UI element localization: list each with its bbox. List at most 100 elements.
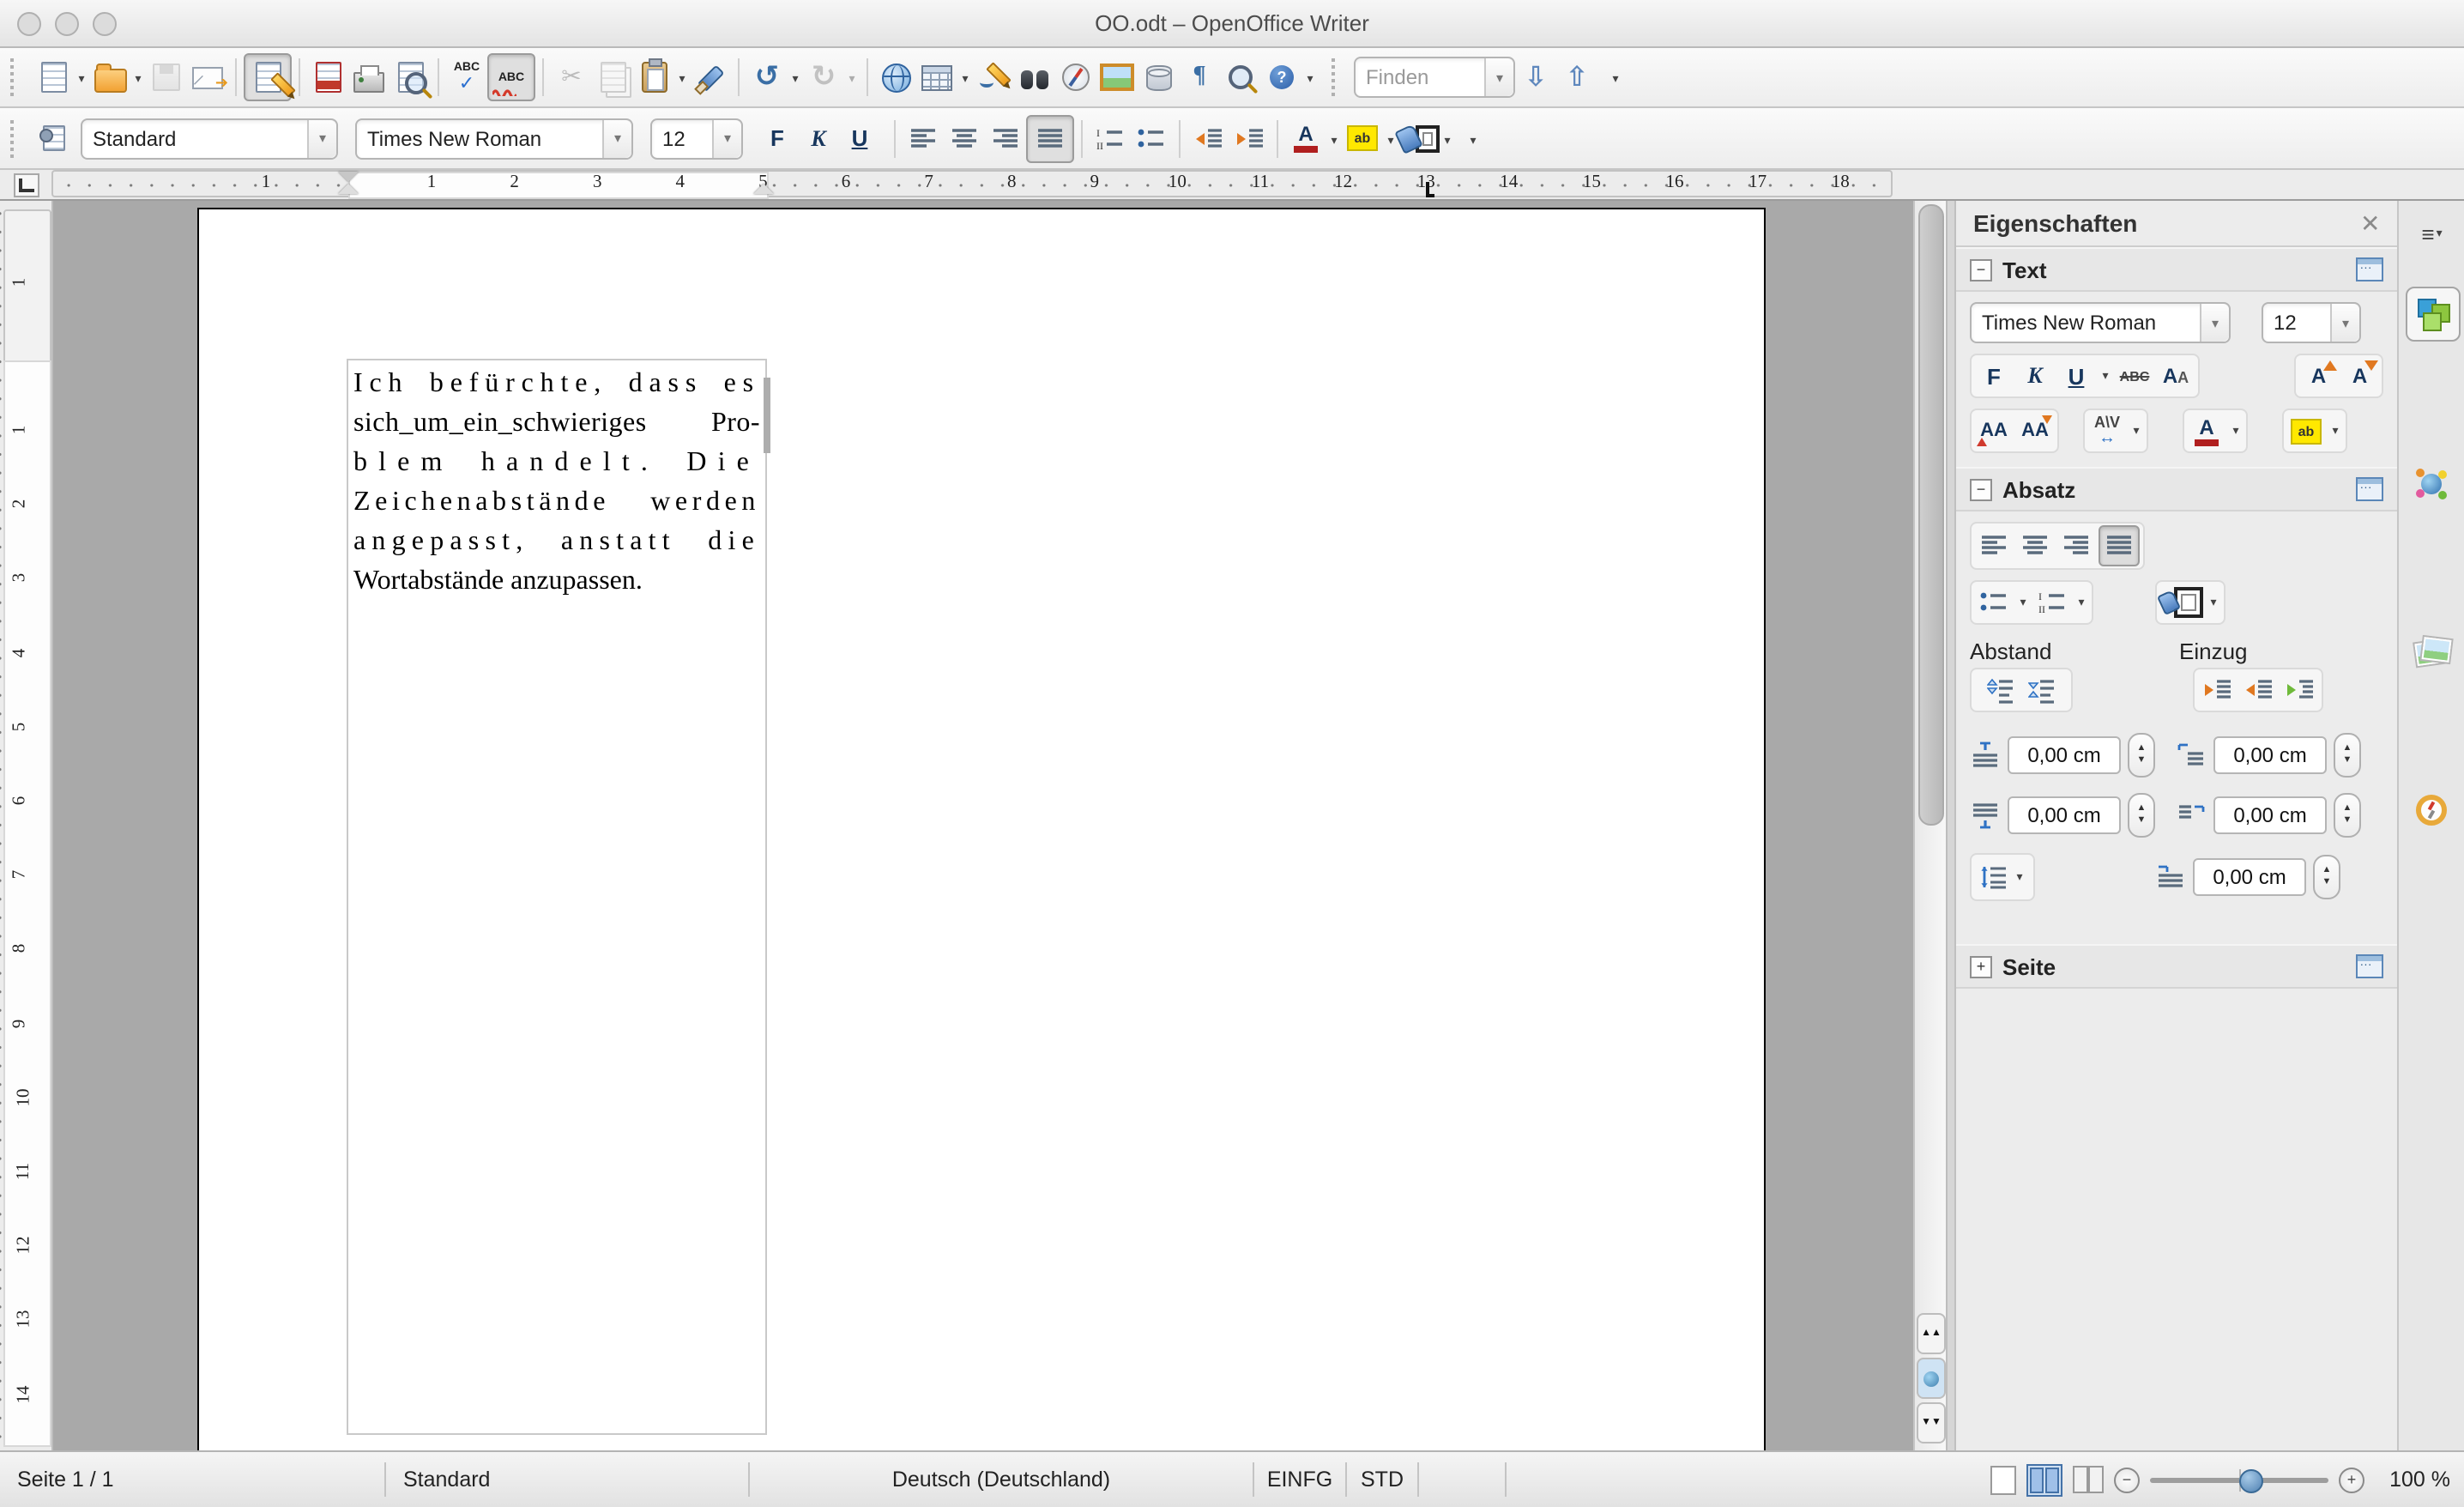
numbered-list-button[interactable]: I II [1090,118,1131,159]
show-draw-functions-button[interactable] [973,57,1014,98]
data-sources-button[interactable] [1138,57,1179,98]
indent-after-field[interactable]: 0,00 cm [2213,796,2327,834]
zoom-slider[interactable] [2150,1468,2328,1492]
absatz-section-header[interactable]: − Absatz [1956,467,2398,511]
vertical-ruler[interactable]: 1 1 2 3 4 5 6 7 8 9 10 11 12 13 14 [0,201,53,1450]
copy-button[interactable] [592,57,633,98]
status-page[interactable]: Seite 1 / 1 [0,1462,386,1497]
text-section-header[interactable]: − Text [1956,247,2398,292]
spacing-above-field[interactable]: 0,00 cm [2008,736,2121,774]
help-button[interactable]: ? [1261,57,1302,98]
spellcheck-button[interactable]: ABC ✓ [446,57,487,98]
redo-button[interactable]: ↻ [803,57,844,98]
sidebar-font-color-button[interactable]: A [2188,412,2225,450]
font-name-dropdown[interactable]: ▾ [602,119,631,157]
horizontal-ruler[interactable]: 1 123456789101112131415161718 [51,170,1893,199]
character-spacing-button[interactable]: A\V ↔ [2088,412,2126,450]
navigation-button[interactable] [1917,1358,1946,1399]
italic-button[interactable]: K [798,118,839,159]
subscript-button[interactable]: AA [2016,412,2054,450]
sidebar-close-icon[interactable]: ✕ [2360,209,2380,238]
indent-before-field[interactable]: 0,00 cm [2213,736,2327,774]
line-spacing-button[interactable] [1978,858,2009,896]
bullet-list-dropdown[interactable]: ▾ [2016,596,2030,609]
tab-navigator[interactable] [2407,784,2458,836]
strikethrough-button[interactable]: ABC [2116,357,2153,395]
hanging-indent-marker[interactable] [338,184,359,194]
sidebar-bold-button[interactable]: F [1975,357,2013,395]
zoom-out-button[interactable]: − [2114,1467,2140,1492]
sidebar-highlighting-dropdown[interactable]: ▾ [2328,424,2342,438]
tab-properties[interactable] [2406,287,2461,342]
sidebar-numbered-list-button[interactable]: I II [2033,584,2071,621]
bold-button[interactable]: F [757,118,798,159]
frame-handle[interactable] [764,378,770,453]
navigator-button[interactable] [1055,57,1096,98]
spacing-above-spinner[interactable]: ▲ ▼ [2128,733,2155,778]
sidebar-align-center-button[interactable] [2016,527,2054,565]
indent-firstline-spinner[interactable]: ▲ ▼ [2313,855,2340,899]
find-next-button[interactable]: ⇩ [1515,57,1556,98]
next-page-button[interactable]: ▼▼ [1917,1402,1946,1443]
undo-dropdown[interactable]: ▾ [788,57,803,98]
absatz-dialog-launcher-icon[interactable] [2356,477,2384,501]
cut-button[interactable]: ✂ [551,57,592,98]
sidebar-font-name-combobox[interactable]: Times New Roman ▾ [1970,302,2231,343]
numbered-list-dropdown[interactable]: ▾ [2074,596,2088,609]
gallery-button[interactable] [1096,57,1138,98]
undo-button[interactable]: ↺ [746,57,788,98]
sidebar-font-name-dropdown[interactable]: ▾ [2200,304,2229,342]
text-dialog-launcher-icon[interactable] [2356,257,2384,281]
decrease-paragraph-spacing-button[interactable] [2023,671,2061,709]
find-dropdown[interactable]: ▾ [1484,58,1513,96]
indent-after-spinner[interactable]: ▲ ▼ [2334,793,2361,838]
sidebar-italic-button[interactable]: K [2016,357,2054,395]
switch-indent-button[interactable] [2280,671,2318,709]
underline-dropdown[interactable]: ▾ [2099,369,2112,383]
sidebar-font-size-combobox[interactable]: 12 ▾ [2262,302,2361,343]
seite-dialog-launcher-icon[interactable] [2356,954,2384,978]
page[interactable]: Ich befürchte, dass es sich_um_ein_schwi… [197,208,1766,1450]
zoom-slider-thumb[interactable] [2239,1468,2263,1492]
highlighting-button[interactable]: ab [1342,118,1383,159]
vertical-scrollbar[interactable]: ▲▲ ▼▼ [1913,201,1946,1450]
font-name-combobox[interactable]: Times New Roman ▾ [355,118,633,159]
align-left-button[interactable] [903,118,944,159]
book-view-button[interactable] [2073,1466,2104,1493]
zoom-button[interactable] [1220,57,1261,98]
first-line-indent-marker[interactable] [338,172,359,182]
spacing-below-spinner[interactable]: ▲ ▼ [2128,793,2155,838]
new-document-dropdown[interactable]: ▾ [74,57,89,98]
status-selection-mode[interactable]: STD [1347,1462,1419,1497]
sidebar-menu-button[interactable]: ≡ ▾ [2407,208,2458,259]
underline-button[interactable]: U [839,118,880,159]
indent-before-spinner[interactable]: ▲ ▼ [2334,733,2361,778]
collapse-icon[interactable]: − [1970,258,1992,281]
character-spacing-dropdown[interactable]: ▾ [2129,424,2143,438]
bullet-list-button[interactable] [1131,118,1172,159]
font-color-dropdown[interactable]: ▾ [1326,118,1342,159]
align-center-button[interactable] [944,118,985,159]
insert-table-button[interactable] [916,57,957,98]
paragraph-background-button[interactable] [2156,584,2203,621]
table-dropdown[interactable]: ▾ [957,57,973,98]
background-color-dropdown[interactable]: ▾ [1440,118,1455,159]
toolbar-overflow[interactable]: ▾ [1465,118,1481,159]
font-size-combobox[interactable]: 12 ▾ [650,118,743,159]
new-document-button[interactable] [33,57,74,98]
toolbar-grip[interactable] [10,58,26,96]
increase-indent-button[interactable] [1229,118,1270,159]
paragraph-style-combobox[interactable]: Standard ▾ [81,118,338,159]
paste-button[interactable] [633,57,674,98]
find-input[interactable]: Finden [1356,65,1484,89]
single-page-view-button[interactable] [1990,1465,2016,1494]
save-button[interactable] [146,57,187,98]
sidebar-highlighting-button[interactable]: ab [2287,412,2325,450]
sidebar-font-color-dropdown[interactable]: ▾ [2229,424,2243,438]
tab-styles[interactable] [2407,458,2458,510]
formatting-marks-button[interactable]: ¶ [1179,57,1220,98]
right-indent-marker[interactable] [753,184,774,194]
print-button[interactable] [348,57,390,98]
edit-mode-button[interactable] [244,53,296,101]
increase-paragraph-spacing-button[interactable] [1982,671,2020,709]
